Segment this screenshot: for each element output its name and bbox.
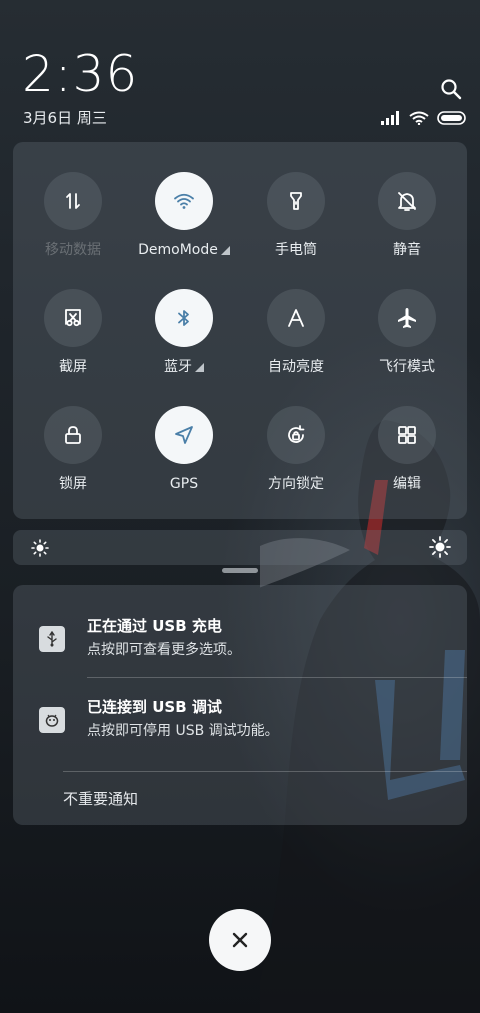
brightness-slider[interactable] [13, 530, 467, 565]
grid-icon [398, 426, 416, 444]
quick-tile-label-text: 锁屏 [59, 476, 87, 492]
quick-tile-button[interactable] [155, 289, 213, 347]
notification-card: 正在通过 USB 充电 点按即可查看更多选项。 已连接到 USB 调试 点按即可… [13, 585, 467, 825]
quick-tile-label: GPS [126, 475, 242, 493]
battery-icon [437, 111, 466, 125]
quick-tile-button[interactable] [267, 172, 325, 230]
notification-divider [87, 677, 467, 678]
quick-tile-button[interactable] [378, 406, 436, 464]
quick-tile-button[interactable] [267, 406, 325, 464]
quick-tile-label-text: 自动亮度 [268, 359, 324, 375]
airplane-icon [398, 308, 416, 328]
notification-title[interactable]: 已连接到 USB 调试 [87, 697, 222, 717]
quick-tile-rotation-lock[interactable]: 方向锁定 [238, 406, 354, 493]
notification-body[interactable]: 点按即可查看更多选项。 [87, 641, 241, 659]
rotation-lock-icon [288, 425, 305, 443]
clock-time: 2:36 [22, 45, 139, 103]
signal-icon [381, 111, 399, 125]
quick-tile-screenshot[interactable]: 截屏 [15, 289, 131, 376]
wifi-icon [174, 193, 194, 209]
quick-tile-flashlight[interactable]: 手电筒 [238, 172, 354, 259]
quick-tile-lock[interactable]: 锁屏 [15, 406, 131, 493]
quick-tile-button[interactable] [378, 172, 436, 230]
flashlight-icon [290, 192, 302, 210]
quick-tile-label-text: 方向锁定 [268, 476, 324, 492]
notification-divider [63, 771, 467, 772]
drag-handle[interactable] [222, 568, 258, 573]
quick-tile-label: 锁屏 [15, 475, 131, 493]
quick-tile-button[interactable] [155, 406, 213, 464]
quick-tile-label: 手电筒 [238, 241, 354, 259]
quick-tile-auto-brightness[interactable]: 自动亮度 [238, 289, 354, 376]
brightness-low-icon [31, 539, 49, 557]
quick-tile-airplane[interactable]: 飞行模式 [349, 289, 465, 376]
quick-tile-label-text: DemoMode [138, 242, 218, 258]
search-icon[interactable] [440, 78, 462, 100]
quick-tile-button[interactable] [44, 172, 102, 230]
quick-tile-label: DemoMode [126, 241, 242, 259]
quick-tile-label: 方向锁定 [238, 475, 354, 493]
quick-tile-label: 编辑 [349, 475, 465, 493]
quick-tile-mute[interactable]: 静音 [349, 172, 465, 259]
quick-tile-label-text: 飞行模式 [379, 359, 435, 375]
quick-tile-button[interactable] [44, 289, 102, 347]
quick-tile-bluetooth[interactable]: 蓝牙 [126, 289, 242, 376]
quick-tile-button[interactable] [44, 406, 102, 464]
quick-tile-label-text: 蓝牙 [164, 359, 192, 375]
android-debug-icon [39, 707, 65, 733]
quick-tile-label: 移动数据 [15, 241, 131, 259]
quick-tile-button[interactable] [267, 289, 325, 347]
notification-body[interactable]: 点按即可停用 USB 调试功能。 [87, 722, 279, 740]
quick-tile-label-text: 移动数据 [45, 242, 101, 258]
mobile-data-icon [66, 193, 80, 209]
auto-brightness-icon [288, 309, 304, 327]
bell-off-icon [398, 192, 416, 211]
date-label: 3月6日 周三 [23, 109, 107, 127]
usb-icon [39, 626, 65, 652]
quick-tile-label: 静音 [349, 241, 465, 259]
unimportant-notifications-label[interactable]: 不重要通知 [63, 789, 138, 809]
notification-title[interactable]: 正在通过 USB 充电 [87, 616, 222, 636]
screenshot-icon [65, 309, 81, 327]
lock-icon [65, 426, 81, 444]
quick-tile-edit[interactable]: 编辑 [349, 406, 465, 493]
gps-icon [175, 426, 193, 444]
expand-arrow-icon[interactable] [220, 246, 230, 255]
quick-tile-label: 蓝牙 [126, 358, 242, 376]
brightness-high-icon [429, 536, 451, 558]
quick-tile-label-text: 编辑 [393, 476, 421, 492]
quick-tile-label-text: GPS [169, 476, 199, 492]
quick-tile-label: 自动亮度 [238, 358, 354, 376]
quick-tile-mobile-data[interactable]: 移动数据 [15, 172, 131, 259]
close-icon [232, 932, 248, 948]
quick-tile-label-text: 静音 [393, 242, 421, 258]
quick-tile-label: 截屏 [15, 358, 131, 376]
close-button[interactable] [209, 909, 271, 971]
quick-tile-label-text: 手电筒 [275, 242, 317, 258]
quick-tile-gps[interactable]: GPS [126, 406, 242, 493]
bluetooth-icon [178, 310, 189, 326]
quick-tile-button[interactable] [155, 172, 213, 230]
quick-tile-label: 飞行模式 [349, 358, 465, 376]
wifi-status-icon [409, 111, 429, 125]
status-bar-icons [381, 108, 467, 128]
quick-tile-button[interactable] [378, 289, 436, 347]
quick-tile-label-text: 截屏 [59, 359, 87, 375]
quick-tile-wifi[interactable]: DemoMode [126, 172, 242, 259]
expand-arrow-icon[interactable] [195, 363, 204, 372]
